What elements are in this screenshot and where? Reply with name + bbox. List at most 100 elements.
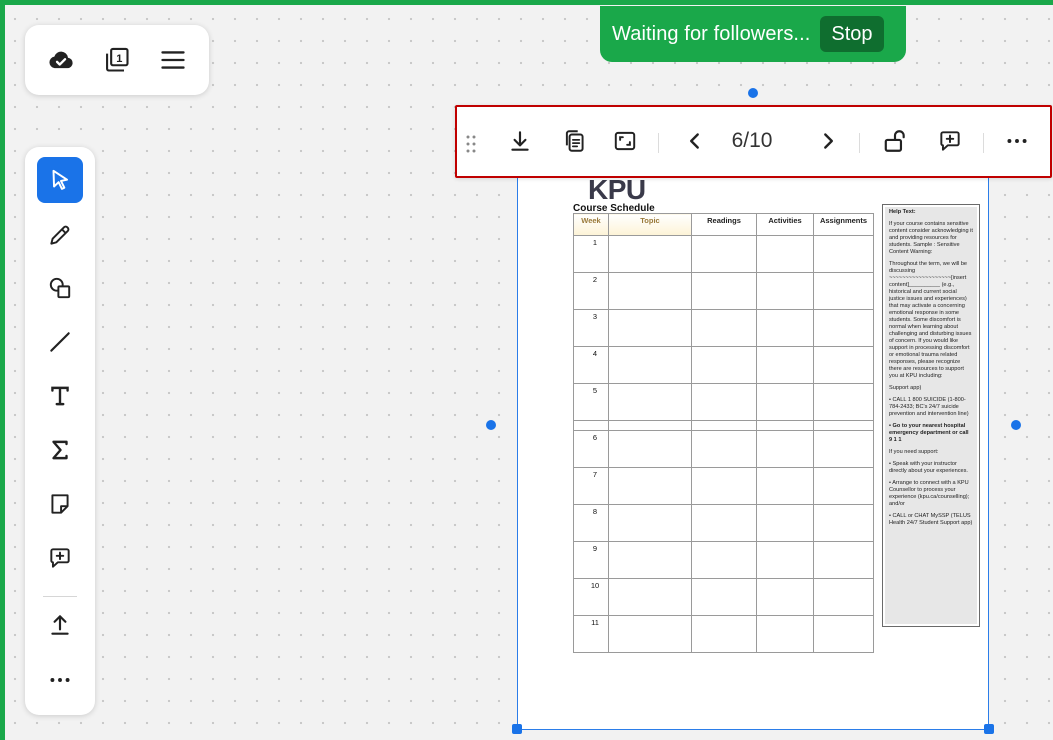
download-button[interactable] bbox=[500, 121, 540, 161]
select-tool[interactable] bbox=[37, 157, 83, 203]
help-title: Help Text: bbox=[889, 209, 916, 215]
help-paragraph: • Speak with your instructor directly ab… bbox=[889, 461, 968, 474]
schedule-cell bbox=[756, 540, 814, 579]
schedule-cell bbox=[691, 503, 757, 542]
resize-handle-left[interactable] bbox=[486, 420, 496, 430]
add-comment-button[interactable] bbox=[930, 121, 970, 161]
week-cell: 7 bbox=[573, 466, 609, 505]
schedule-cell bbox=[608, 420, 692, 431]
schedule-cell bbox=[756, 234, 814, 274]
tools-divider bbox=[43, 596, 77, 597]
comment-tool[interactable] bbox=[37, 535, 83, 581]
copy-to-board-button[interactable] bbox=[555, 121, 595, 161]
schedule-cell bbox=[813, 577, 874, 616]
schedule-cell bbox=[691, 614, 757, 654]
week-cell: 6 bbox=[573, 429, 609, 468]
week-cell bbox=[573, 420, 609, 431]
stop-following-button[interactable]: Stop bbox=[820, 16, 884, 52]
text-icon bbox=[51, 386, 69, 406]
schedule-cell bbox=[756, 309, 814, 348]
comment-add-icon bbox=[50, 548, 70, 568]
help-paragraph: If you need support: bbox=[889, 449, 939, 455]
cloud-save-button[interactable] bbox=[39, 38, 83, 82]
table-row: 6 bbox=[573, 429, 874, 468]
help-paragraph: • Go to your nearest hospital emergency … bbox=[889, 423, 969, 443]
table-header-row: Week Topic Readings Activities Assignmen… bbox=[573, 213, 874, 236]
text-tool[interactable] bbox=[37, 373, 83, 419]
schedule-cell bbox=[813, 503, 874, 542]
rotate-handle[interactable] bbox=[748, 88, 758, 98]
copy-to-board-icon bbox=[565, 130, 584, 152]
week-cell: 9 bbox=[573, 540, 609, 579]
more-horizontal-icon bbox=[1007, 139, 1027, 143]
schedule-cell bbox=[608, 466, 692, 505]
kpu-logo: KPU bbox=[588, 174, 646, 205]
pages-icon: 1 bbox=[106, 47, 129, 72]
lock-button[interactable] bbox=[875, 121, 915, 161]
schedule-cell bbox=[813, 614, 874, 654]
week-cell: 1 bbox=[573, 234, 609, 274]
shapes-tool[interactable] bbox=[37, 265, 83, 311]
week-cell: 8 bbox=[573, 503, 609, 542]
toolbar-separator bbox=[859, 133, 860, 153]
schedule-cell bbox=[756, 577, 814, 616]
schedule-cell bbox=[756, 503, 814, 542]
schedule-cell bbox=[608, 429, 692, 468]
toolbar-separator bbox=[983, 133, 984, 153]
week-cell: 5 bbox=[573, 383, 609, 422]
schedule-cell bbox=[756, 614, 814, 654]
schedule-cell bbox=[813, 346, 874, 385]
column-header: Week bbox=[573, 213, 609, 236]
pages-badge: 1 bbox=[116, 53, 122, 65]
table-row: 7 bbox=[573, 466, 874, 505]
download-icon bbox=[511, 131, 529, 151]
more-options-button[interactable] bbox=[997, 121, 1037, 161]
column-header: Readings bbox=[691, 213, 757, 236]
upload-tool[interactable] bbox=[37, 602, 83, 648]
line-icon bbox=[50, 332, 70, 352]
help-paragraph: • CALL or CHAT MySSP (TELUS Health 24/7 … bbox=[889, 513, 973, 526]
week-cell: 2 bbox=[573, 272, 609, 311]
resize-handle-bottom-right[interactable] bbox=[984, 724, 994, 734]
schedule-cell bbox=[691, 577, 757, 616]
lock-open-icon bbox=[884, 130, 905, 152]
table-row: 4 bbox=[573, 346, 874, 385]
more-horizontal-icon bbox=[50, 678, 70, 682]
help-paragraph: Support app) bbox=[889, 385, 922, 391]
schedule-cell bbox=[756, 420, 814, 431]
help-paragraph: • Arrange to connect with a KPU Counsell… bbox=[889, 480, 970, 507]
next-page-button[interactable] bbox=[808, 121, 848, 161]
schedule-cell bbox=[608, 577, 692, 616]
more-tools-button[interactable] bbox=[37, 657, 83, 703]
schedule-cell bbox=[608, 272, 692, 311]
sticky-note-tool[interactable] bbox=[37, 481, 83, 527]
schedule-cell bbox=[756, 429, 814, 468]
comment-add-icon bbox=[940, 131, 960, 151]
resize-handle-right[interactable] bbox=[1011, 420, 1021, 430]
course-schedule-table: Week Topic Readings Activities Assignmen… bbox=[573, 213, 874, 654]
help-paragraph: If your course contains sensitive conten… bbox=[889, 221, 973, 255]
sigma-icon bbox=[52, 440, 68, 460]
resize-handle-bottom-left[interactable] bbox=[512, 724, 522, 734]
pen-tool[interactable] bbox=[37, 212, 83, 258]
fit-page-icon bbox=[614, 131, 636, 151]
menu-button[interactable] bbox=[151, 38, 195, 82]
help-text-box: Help Text: If your course contains sensi… bbox=[882, 204, 980, 627]
equation-tool[interactable] bbox=[37, 427, 83, 473]
table-row: 5 bbox=[573, 383, 874, 422]
previous-page-button[interactable] bbox=[675, 121, 715, 161]
fit-page-button[interactable] bbox=[605, 121, 645, 161]
column-header: Activities bbox=[756, 213, 814, 236]
line-tool[interactable] bbox=[37, 319, 83, 365]
schedule-cell bbox=[691, 429, 757, 468]
drag-grip-icon[interactable] bbox=[465, 134, 477, 154]
pages-button[interactable]: 1 bbox=[95, 38, 139, 82]
sticky-note-icon bbox=[51, 494, 69, 514]
help-paragraph: Throughout the term, we will be discussi… bbox=[889, 261, 972, 379]
schedule-cell bbox=[813, 272, 874, 311]
table-row: 9 bbox=[573, 540, 874, 579]
chevron-left-icon bbox=[690, 133, 699, 149]
schedule-cell bbox=[813, 466, 874, 505]
column-header: Topic bbox=[608, 213, 692, 236]
follow-banner: Waiting for followers... Stop bbox=[600, 6, 906, 62]
